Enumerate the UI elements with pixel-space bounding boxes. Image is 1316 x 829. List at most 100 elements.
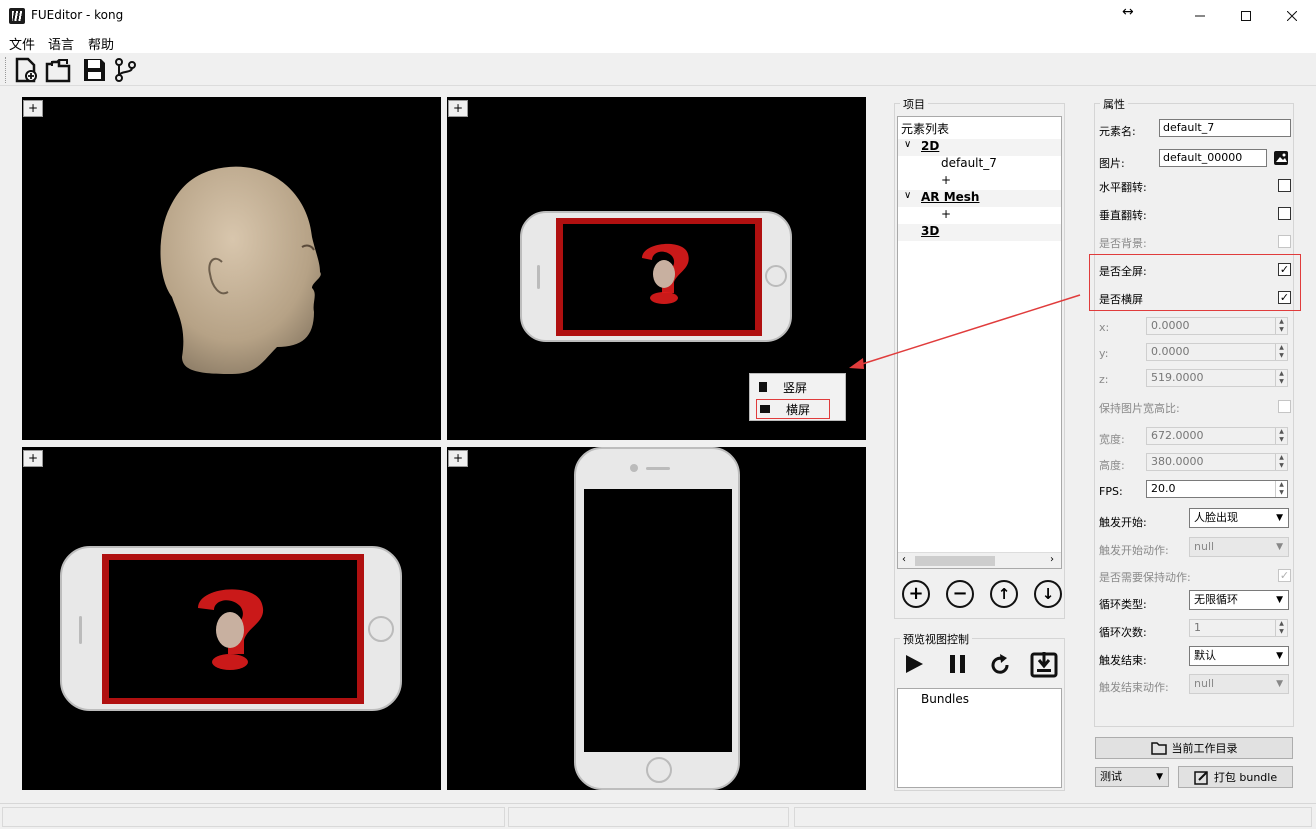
mode-value: 测试: [1100, 770, 1122, 783]
loop-count-label: 循环次数:: [1099, 626, 1147, 639]
minimize-button[interactable]: [1177, 0, 1223, 31]
background-checkbox[interactable]: [1278, 235, 1291, 248]
window-title: FUEditor - kong: [31, 8, 124, 22]
trigger-end-action-select[interactable]: null ▼: [1189, 674, 1289, 694]
vflip-checkbox[interactable]: [1278, 207, 1291, 220]
play-button[interactable]: [903, 653, 925, 678]
spin-arrows-icon[interactable]: ▲ ▼: [1275, 428, 1287, 444]
trigger-start-action-select[interactable]: null ▼: [1189, 537, 1289, 557]
face-effect-image: [642, 243, 689, 304]
x-label: x:: [1099, 321, 1110, 334]
toolbar: [0, 53, 1316, 86]
height-label: 高度:: [1099, 459, 1125, 472]
viewport-add-button[interactable]: +: [448, 450, 468, 467]
spin-arrows-icon[interactable]: ▲ ▼: [1275, 370, 1287, 386]
remove-element-button[interactable]: −: [946, 580, 974, 608]
viewport-landscape-large[interactable]: +: [22, 447, 441, 790]
workdir-button[interactable]: 当前工作目录: [1095, 737, 1293, 759]
spin-arrows-icon[interactable]: ▲ ▼: [1275, 454, 1287, 470]
phone-landscape-frame: [520, 211, 792, 342]
save-preview-button[interactable]: [1030, 650, 1058, 681]
tree-item-default[interactable]: default_7: [898, 156, 1061, 173]
background-label: 是否背景:: [1099, 237, 1147, 250]
height-spinbox[interactable]: 380.0000 ▲ ▼: [1146, 453, 1288, 471]
loop-type-select[interactable]: 无限循环 ▼: [1189, 590, 1289, 610]
pack-bundle-button[interactable]: 打包 bundle: [1178, 766, 1293, 788]
pause-button[interactable]: [947, 653, 969, 678]
x-value: 0.0000: [1151, 319, 1190, 332]
y-spinbox[interactable]: 0.0000 ▲ ▼: [1146, 343, 1288, 361]
spin-arrows-icon[interactable]: ▲ ▼: [1275, 481, 1287, 497]
viewport-add-button[interactable]: +: [23, 100, 43, 117]
tree-root[interactable]: 元素列表: [898, 120, 1061, 137]
landscape-label: 横屏: [786, 402, 811, 417]
menu-help[interactable]: 帮助: [88, 34, 114, 53]
title-bar: FUEditor - kong ↔: [0, 0, 1316, 31]
maximize-button[interactable]: [1223, 0, 1269, 31]
head-model-image: [160, 166, 321, 374]
trigger-start-value: 人脸出现: [1194, 511, 1238, 524]
mode-select[interactable]: 测试 ▼: [1095, 767, 1169, 787]
tree-group-ar[interactable]: ∨ AR Mesh: [898, 190, 1061, 207]
move-down-button[interactable]: ↓: [1034, 580, 1062, 608]
face-effect-image: [198, 589, 264, 670]
add-element-button[interactable]: +: [902, 580, 930, 608]
project-title: 项目: [900, 96, 928, 112]
scroll-left-icon[interactable]: ‹: [902, 554, 906, 565]
trigger-end-select[interactable]: 默认 ▼: [1189, 646, 1289, 666]
loop-count-spinbox[interactable]: 1 ▲ ▼: [1189, 619, 1288, 637]
image-picker-button[interactable]: [1273, 150, 1289, 169]
spin-arrows-icon[interactable]: ▲ ▼: [1275, 318, 1287, 334]
fps-spinbox[interactable]: 20.0 ▲ ▼: [1146, 480, 1288, 498]
trigger-start-select[interactable]: 人脸出现 ▼: [1189, 508, 1289, 528]
spin-arrows-icon[interactable]: ▲ ▼: [1275, 344, 1287, 360]
loop-count-value: 1: [1194, 621, 1201, 634]
menu-file[interactable]: 文件: [9, 34, 35, 53]
hflip-checkbox[interactable]: [1278, 179, 1291, 192]
tree-add-2d[interactable]: +: [898, 173, 1061, 190]
refresh-button[interactable]: [988, 653, 1012, 680]
element-name-input[interactable]: default_7: [1159, 119, 1291, 137]
bundles-list[interactable]: Bundles: [897, 688, 1062, 788]
save-button[interactable]: [80, 56, 108, 84]
keep-ratio-checkbox[interactable]: [1278, 400, 1291, 413]
open-button[interactable]: [44, 56, 72, 84]
phone-screen: [584, 489, 732, 752]
image-input[interactable]: default_00000: [1159, 149, 1267, 167]
fullscreen-checkbox[interactable]: ✓: [1278, 263, 1291, 276]
menu-item-portrait[interactable]: 竖屏: [756, 377, 830, 397]
vflip-label: 垂直翻转:: [1099, 209, 1147, 222]
viewport-add-button[interactable]: +: [448, 100, 468, 117]
move-up-button[interactable]: ↑: [990, 580, 1018, 608]
trigger-end-action-value: null: [1194, 677, 1215, 690]
dropdown-arrow-icon: ▼: [1156, 772, 1163, 782]
x-spinbox[interactable]: 0.0000 ▲ ▼: [1146, 317, 1288, 335]
tree-group-2d[interactable]: ∨ 2D: [898, 139, 1061, 156]
spin-arrows-icon[interactable]: ▲ ▼: [1275, 620, 1287, 636]
z-spinbox[interactable]: 519.0000 ▲ ▼: [1146, 369, 1288, 387]
branch-button[interactable]: [111, 56, 139, 84]
landscape-checkbox[interactable]: ✓: [1278, 291, 1291, 304]
tree-h-scrollbar[interactable]: ‹ ›: [898, 552, 1061, 568]
orientation-context-menu: 竖屏 横屏: [749, 373, 846, 421]
menu-item-landscape[interactable]: 横屏: [756, 399, 830, 419]
maximize-icon: [1241, 10, 1251, 21]
menu-language[interactable]: 语言: [48, 34, 74, 53]
viewport-landscape-preview[interactable]: + 竖屏 横屏: [447, 97, 866, 440]
close-button[interactable]: [1269, 0, 1315, 31]
tree-group-3d[interactable]: 3D: [898, 224, 1061, 241]
keep-action-checkbox[interactable]: ✓: [1278, 569, 1291, 582]
properties-title: 属性: [1100, 96, 1128, 112]
viewport-add-button[interactable]: +: [23, 450, 43, 467]
viewport-3d-head[interactable]: +: [22, 97, 441, 440]
trigger-end-label: 触发结束:: [1099, 654, 1147, 667]
viewport-portrait-preview[interactable]: +: [447, 447, 866, 790]
scroll-thumb[interactable]: [915, 556, 995, 566]
scroll-right-icon[interactable]: ›: [1050, 554, 1054, 565]
new-file-button[interactable]: [12, 56, 40, 84]
app-logo-icon: [9, 8, 25, 24]
tree-add-ar[interactable]: +: [898, 207, 1061, 224]
trigger-end-value: 默认: [1194, 649, 1216, 662]
play-icon: [906, 655, 923, 673]
width-spinbox[interactable]: 672.0000 ▲ ▼: [1146, 427, 1288, 445]
